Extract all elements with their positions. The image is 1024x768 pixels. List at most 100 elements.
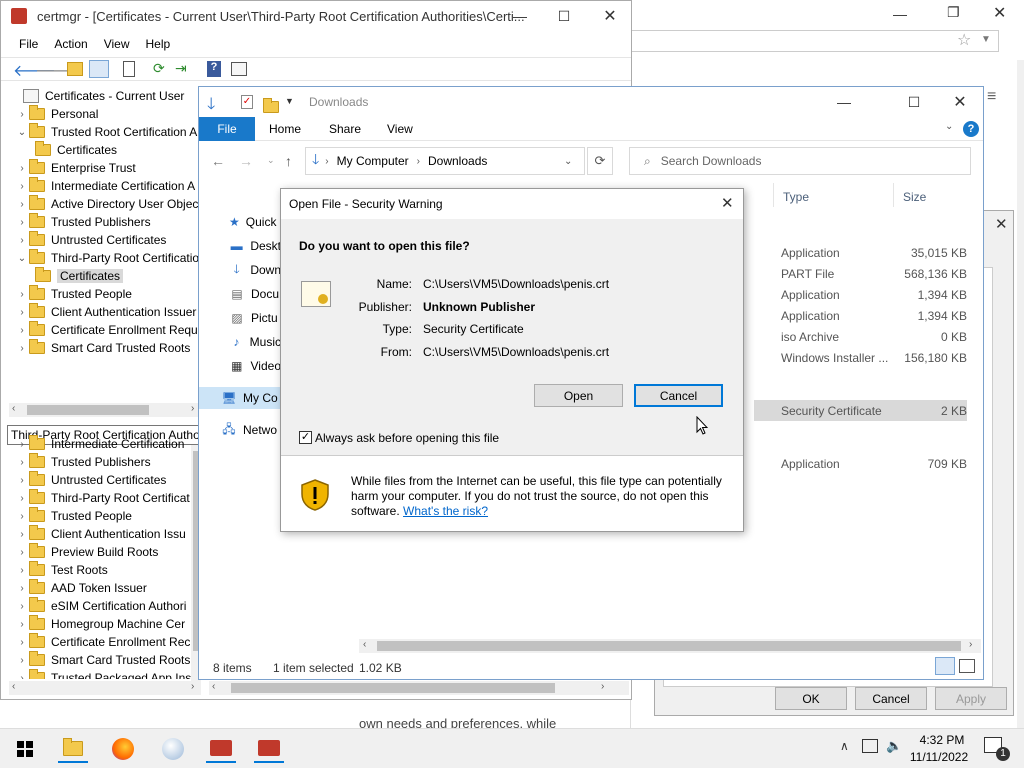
ribbon-tab-share[interactable]: Share xyxy=(329,122,361,136)
browser-minimize-button[interactable]: — xyxy=(893,6,907,22)
scroll-thumb[interactable] xyxy=(231,683,555,693)
show-tree-icon[interactable] xyxy=(89,60,109,78)
tree-item[interactable]: › Trusted Publishers xyxy=(15,213,151,231)
up-folder-icon[interactable] xyxy=(67,62,83,76)
explorer-minimize-button[interactable]: — xyxy=(821,87,867,117)
collapsed-chevron-icon[interactable]: › xyxy=(15,547,29,558)
collapsed-chevron-icon[interactable]: › xyxy=(15,109,29,120)
collapsed-chevron-icon[interactable]: › xyxy=(15,181,29,192)
tree-item[interactable]: › Smart Card Trusted Roots xyxy=(15,339,190,357)
tree-item[interactable]: › Smart Card Trusted Roots xyxy=(15,651,190,669)
file-row[interactable]: Application 709 KB xyxy=(754,453,967,474)
nav-item[interactable]: ▦ Video xyxy=(199,355,281,377)
tree-item[interactable]: › Personal xyxy=(15,105,98,123)
toolbox-taskbar-icon[interactable] xyxy=(206,735,236,763)
file-row[interactable]: iso Archive 0 KB xyxy=(754,326,967,347)
tree-top-hscroll[interactable]: ‹ › xyxy=(9,403,201,417)
start-windows-icon[interactable] xyxy=(10,735,40,763)
browser-globe-taskbar-icon[interactable] xyxy=(158,735,188,763)
nav-item[interactable]: ▬ Deskt xyxy=(199,235,281,257)
always-ask-checkbox[interactable]: ✓ xyxy=(299,431,312,444)
ribbon-tab-view[interactable]: View xyxy=(387,122,413,136)
nav-item[interactable]: ▨ Pictu xyxy=(199,307,281,329)
refresh-button[interactable]: ⟳ xyxy=(587,147,613,175)
ribbon-expand-icon[interactable]: ⌄ xyxy=(945,121,953,132)
collapsed-chevron-icon[interactable]: › xyxy=(15,199,29,210)
ribbon-tab-home[interactable]: Home xyxy=(269,122,301,136)
collapsed-chevron-icon[interactable]: › xyxy=(15,343,29,354)
nav-item[interactable]: ★ Quick a xyxy=(199,211,286,233)
file-row[interactable]: Application 1,394 KB xyxy=(754,305,967,326)
clock-date[interactable]: 11/11/2022 xyxy=(906,750,972,764)
collapsed-chevron-icon[interactable]: › xyxy=(15,565,29,576)
nav-item[interactable]: 🖧 Netwo xyxy=(199,419,281,441)
tree-item[interactable]: › Preview Build Roots xyxy=(15,543,158,561)
menu-action[interactable]: Action xyxy=(54,37,87,51)
nav-forward-icon[interactable]: → xyxy=(239,153,253,169)
whats-the-risk-link[interactable]: What's the risk? xyxy=(403,504,488,518)
nav-item[interactable]: ▤ Docu xyxy=(199,283,281,305)
new-folder-icon[interactable] xyxy=(263,97,279,113)
certmgr-taskbar-icon[interactable] xyxy=(254,735,284,763)
nav-up-icon[interactable]: ↑ xyxy=(285,153,292,169)
collapsed-chevron-icon[interactable]: › xyxy=(15,673,29,680)
collapsed-chevron-icon[interactable]: › xyxy=(15,457,29,468)
cancel-button[interactable]: Cancel xyxy=(634,384,723,407)
search-box[interactable]: ⌕ Search Downloads xyxy=(629,147,971,175)
tree-item[interactable]: › Test Roots xyxy=(15,561,108,579)
explorer-close-button[interactable]: ✕ xyxy=(937,87,983,117)
details-view-icon[interactable] xyxy=(935,657,955,675)
browser-close-button[interactable]: ✕ xyxy=(993,3,1006,23)
path-downloads[interactable]: Downloads xyxy=(428,154,487,168)
favorite-star-icon[interactable]: ☆ xyxy=(957,30,971,50)
tree-item[interactable]: › AAD Token Issuer xyxy=(15,579,147,597)
collapsed-chevron-icon[interactable]: › xyxy=(15,217,29,228)
help-icon[interactable]: ? xyxy=(207,61,221,77)
properties-close-icon[interactable]: ✕ xyxy=(995,215,1008,233)
volume-tray-icon[interactable]: 🔈 xyxy=(886,738,902,754)
nav-recent-icon[interactable]: ⌄ xyxy=(267,155,275,166)
scroll-right-icon[interactable]: › xyxy=(601,681,604,692)
clipboard-icon[interactable] xyxy=(123,61,135,77)
ribbon-tab-file[interactable]: File xyxy=(199,117,255,141)
column-header-type[interactable]: Type xyxy=(783,190,809,204)
tray-chevron-icon[interactable]: ∧ xyxy=(840,739,849,753)
file-row[interactable]: Application 35,015 KB xyxy=(754,242,967,263)
apply-button[interactable]: Apply xyxy=(935,687,1007,710)
collapsed-chevron-icon[interactable]: › xyxy=(15,289,29,300)
tree-item[interactable]: ⌄ Third-Party Root Certificatio xyxy=(15,249,199,267)
menu-icon[interactable]: ≡ xyxy=(987,88,996,106)
dropdown-icon[interactable]: ▼ xyxy=(981,34,991,45)
expanded-chevron-icon[interactable]: ⌄ xyxy=(15,253,29,264)
browser-scrollbar[interactable] xyxy=(1017,60,1024,728)
scroll-thumb[interactable] xyxy=(27,405,149,415)
tree-item[interactable]: › Client Authentication Issuer xyxy=(15,303,196,321)
browser-restore-button[interactable]: ❐ xyxy=(947,4,960,21)
expanded-chevron-icon[interactable]: ⌄ xyxy=(15,127,29,138)
tree-item[interactable]: › Certificate Enrollment Requ xyxy=(15,321,198,339)
collapsed-chevron-icon[interactable]: › xyxy=(15,493,29,504)
certmgr-maximize-button[interactable]: ☐ xyxy=(541,1,587,31)
file-row[interactable]: Security Certificate 2 KB xyxy=(754,400,967,421)
qat-dropdown-icon[interactable]: ▼ xyxy=(285,96,294,106)
tree-bottom-hscroll[interactable]: ‹ › xyxy=(9,681,201,695)
tree-item[interactable]: › eSIM Certification Authori xyxy=(15,597,186,615)
tree-item[interactable]: › Trusted People xyxy=(15,285,132,303)
tree-item[interactable]: › Trusted Packaged App Ins xyxy=(15,669,191,679)
network-tray-icon[interactable] xyxy=(862,739,878,753)
scroll-left-icon[interactable]: ‹ xyxy=(12,403,15,414)
scroll-right-icon[interactable]: › xyxy=(969,639,972,650)
certmgr-minimize-button[interactable]: — xyxy=(497,1,543,31)
tree-item[interactable]: › Intermediate Certification xyxy=(15,435,184,453)
nav-item[interactable]: 🡓 Down xyxy=(199,259,281,281)
tree-item[interactable]: Certificates - Current User xyxy=(9,87,184,105)
tree-item[interactable]: › Untrusted Certificates xyxy=(15,231,166,249)
tree-item[interactable]: › Third-Party Root Certificat xyxy=(15,489,190,507)
menu-help[interactable]: Help xyxy=(146,37,171,51)
file-row[interactable]: Application 1,394 KB xyxy=(754,284,967,305)
right-pane-hscroll[interactable]: ‹ › xyxy=(209,681,629,695)
explorer-hscroll[interactable]: ‹ › xyxy=(359,639,981,653)
file-row[interactable]: PART File 568,136 KB xyxy=(754,263,967,284)
explorer-maximize-button[interactable]: ☐ xyxy=(891,87,937,117)
menu-view[interactable]: View xyxy=(104,37,130,51)
